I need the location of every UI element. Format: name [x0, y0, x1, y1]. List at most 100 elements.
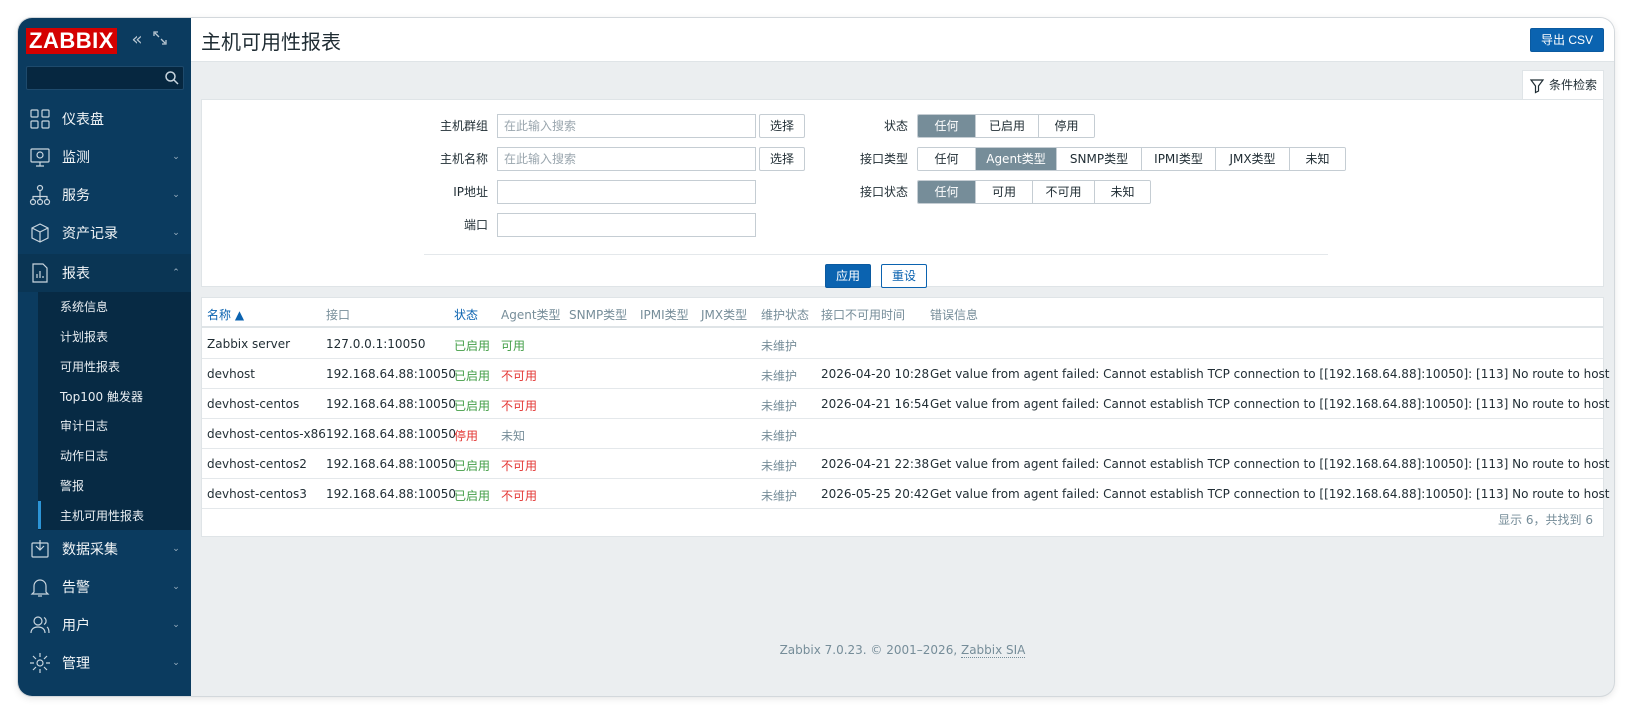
interface-down-since: 2026-04-21 22:38 — [821, 457, 930, 471]
monitoring-icon — [30, 148, 50, 167]
host-name: devhost-centos — [207, 397, 300, 411]
interface-type-segmented-control: 任何 Agent类型 SNMP类型 IPMI类型 JMX类型 未知 — [917, 147, 1346, 171]
host-name-label: 主机名称 — [439, 152, 488, 166]
interface-down-since: 2026-05-25 20:42 — [821, 487, 930, 501]
error-message: Get value from agent failed: Cannot esta… — [930, 397, 1610, 411]
host-status: 停用 — [454, 429, 479, 443]
nav-data-collection[interactable]: 数据采集 ⌄ — [18, 530, 191, 568]
host-name-input[interactable]: 在此输入搜索 — [497, 147, 756, 171]
host-interface: 192.168.64.88:10050 — [326, 487, 457, 501]
nav-administration[interactable]: 管理 ⌄ — [18, 644, 191, 682]
interface-down-since: 2026-04-20 10:28 — [821, 367, 930, 381]
port-input[interactable] — [497, 213, 756, 237]
host-name: Zabbix server — [207, 337, 291, 351]
copyright-text: Zabbix 7.0.23. © 2001–2026, — [779, 643, 961, 657]
status-option-any[interactable]: 任何 — [918, 115, 975, 137]
chevron-down-icon: ⌄ — [172, 582, 180, 592]
host-status: 已启用 — [454, 459, 491, 473]
submenu-notifications[interactable]: 警报 — [38, 471, 191, 501]
chevron-down-icon: ⌄ — [172, 228, 180, 238]
zabbix-sia-link[interactable]: Zabbix SIA — [960, 643, 1026, 658]
maintenance-status: 未维护 — [761, 489, 798, 503]
column-header-snmp: SNMP类型 — [569, 308, 628, 322]
apply-button[interactable]: 应用 — [825, 264, 871, 288]
interface-type-option-agent[interactable]: Agent类型 — [975, 148, 1056, 170]
host-group-label: 主机群组 — [439, 119, 488, 133]
status-option-disabled[interactable]: 停用 — [1038, 115, 1094, 137]
nav-label: 服务 — [62, 188, 90, 204]
chevron-down-icon: ⌄ — [172, 190, 180, 200]
interface-type-option-any[interactable]: 任何 — [918, 148, 975, 170]
kiosk-mode-icon[interactable] — [151, 30, 169, 50]
submenu-top100-triggers[interactable]: Top100 触发器 — [38, 381, 191, 411]
host-interface: 192.168.64.88:10050 — [326, 397, 457, 411]
nav-monitoring[interactable]: 监测 ⌄ — [18, 138, 191, 176]
table-row: devhost-centos 192.168.64.88:10050 已启用 不… — [202, 389, 1610, 419]
table-row: devhost-centos-x86 192.168.64.88:10050 停… — [202, 419, 1603, 449]
interface-status-option-unknown[interactable]: 未知 — [1094, 181, 1150, 203]
interface-status-option-unavailable[interactable]: 不可用 — [1032, 181, 1094, 203]
interface-type-option-ipmi[interactable]: IPMI类型 — [1141, 148, 1215, 170]
interface-type-option-jmx[interactable]: JMX类型 — [1215, 148, 1289, 170]
host-name: devhost — [207, 367, 256, 381]
host-status: 已启用 — [454, 399, 491, 413]
submenu-host-availability-report[interactable]: 主机可用性报表 — [38, 500, 191, 530]
error-message: Get value from agent failed: Cannot esta… — [930, 457, 1610, 471]
submenu-audit-log[interactable]: 审计日志 — [38, 411, 191, 441]
status-option-enabled[interactable]: 已启用 — [975, 115, 1038, 137]
column-header-error: 错误信息 — [930, 308, 979, 322]
nav-alerts[interactable]: 告警 ⌄ — [18, 568, 191, 606]
agent-availability: 不可用 — [501, 369, 538, 383]
interface-status-label: 接口状态 — [859, 185, 908, 199]
host-interface: 192.168.64.88:10050 — [326, 367, 457, 381]
host-status: 已启用 — [454, 369, 491, 383]
nav-reports[interactable]: 报表 ⌃ — [18, 254, 191, 292]
nav-services[interactable]: 服务 ⌄ — [18, 176, 191, 214]
host-interface: 127.0.0.1:10050 — [326, 337, 426, 351]
chevron-down-icon: ⌄ — [172, 152, 180, 162]
nav-label: 监测 — [62, 150, 90, 166]
collapse-sidebar-icon[interactable]: « — [128, 30, 146, 50]
interface-status-option-available[interactable]: 可用 — [975, 181, 1032, 203]
column-header-name[interactable]: 名称 ▲ — [207, 306, 244, 323]
submenu-system-info[interactable]: 系统信息 — [38, 292, 191, 322]
status-segmented-control: 任何 已启用 停用 — [917, 114, 1095, 138]
host-name-select-button[interactable]: 选择 — [759, 147, 805, 171]
interface-type-option-unknown[interactable]: 未知 — [1289, 148, 1345, 170]
zabbix-logo[interactable]: ZABBIX — [26, 28, 117, 54]
sidebar-search-input[interactable] — [26, 66, 184, 90]
agent-availability: 不可用 — [501, 459, 538, 473]
nav-dashboard[interactable]: 仪表盘 — [18, 100, 191, 138]
interface-down-since: 2026-04-21 16:54 — [821, 397, 930, 411]
nav-users[interactable]: 用户 ⌄ — [18, 606, 191, 644]
sidebar: ZABBIX « 仪表盘 监测 ⌄ 服务 ⌄ 资产记录 ⌄ 报表 ⌃ 系统信息 … — [18, 18, 191, 696]
filter-tab[interactable]: 条件检索 — [1522, 70, 1604, 100]
submenu-scheduled-reports[interactable]: 计划报表 — [38, 322, 191, 352]
host-group-select-button[interactable]: 选择 — [759, 114, 805, 138]
nav-inventory[interactable]: 资产记录 ⌄ — [18, 214, 191, 252]
nav-label: 数据采集 — [62, 542, 118, 558]
ip-address-label: IP地址 — [453, 185, 488, 199]
table-row: devhost-centos3 192.168.64.88:10050 已启用 … — [202, 479, 1610, 509]
column-header-jmx: JMX类型 — [701, 308, 748, 322]
agent-availability: 未知 — [501, 429, 526, 443]
users-icon — [30, 616, 50, 634]
port-label: 端口 — [463, 218, 488, 232]
export-csv-button[interactable]: 导出 CSV — [1529, 28, 1604, 52]
host-name: devhost-centos3 — [207, 487, 307, 501]
host-group-input[interactable]: 在此输入搜索 — [497, 114, 756, 138]
data-collection-icon — [31, 540, 49, 558]
submenu-availability-report[interactable]: 可用性报表 — [38, 352, 191, 382]
maintenance-status: 未维护 — [761, 429, 798, 443]
interface-type-option-snmp[interactable]: SNMP类型 — [1056, 148, 1141, 170]
search-icon[interactable] — [164, 70, 180, 86]
dashboard-icon — [30, 109, 50, 129]
interface-status-option-any[interactable]: 任何 — [918, 181, 975, 203]
chevron-down-icon: ⌄ — [172, 658, 180, 668]
column-header-status[interactable]: 状态 — [454, 306, 478, 323]
submenu-action-log[interactable]: 动作日志 — [38, 441, 191, 471]
error-message: Get value from agent failed: Cannot esta… — [930, 367, 1610, 381]
ip-address-input[interactable] — [497, 180, 756, 204]
reset-button[interactable]: 重设 — [881, 264, 927, 288]
filter-icon — [1529, 79, 1545, 94]
